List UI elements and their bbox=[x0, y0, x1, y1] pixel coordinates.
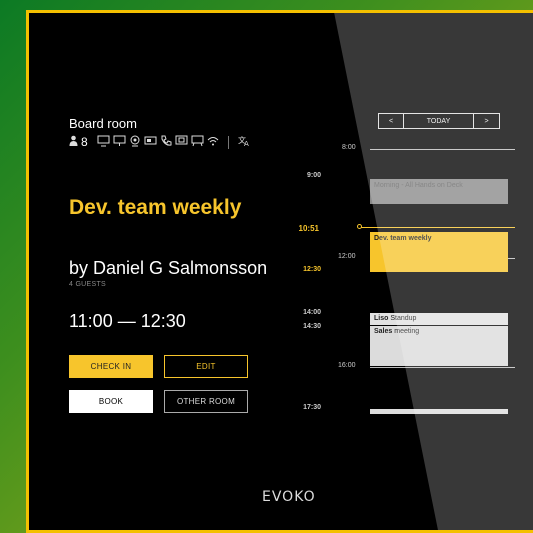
event-title: Morning - All Hands on Deck bbox=[374, 182, 463, 189]
monitor-icon bbox=[97, 135, 110, 150]
meeting-time-range: 11:00 — 12:30 bbox=[69, 311, 186, 331]
event-title: Standup bbox=[390, 315, 417, 322]
amenity-divider bbox=[227, 135, 229, 149]
current-time-marker: 10:51 bbox=[298, 224, 319, 233]
hour-label-1200: 12:00 bbox=[338, 253, 356, 260]
time-marker-1730: 17:30 bbox=[303, 404, 321, 411]
person-icon bbox=[69, 135, 78, 149]
calendar-event-current[interactable]: Dev. team weekly bbox=[370, 232, 508, 272]
book-button[interactable]: BOOK bbox=[69, 390, 153, 413]
hour-label-0800: 8:00 bbox=[342, 144, 356, 151]
meeting-organizer: by Daniel G Salmonsson bbox=[69, 258, 268, 278]
phone-icon bbox=[160, 135, 172, 150]
projector-icon bbox=[144, 135, 157, 150]
event-owner: Liso bbox=[374, 315, 389, 322]
time-marker-0900: 9:00 bbox=[306, 172, 321, 179]
current-time-dot bbox=[357, 224, 362, 229]
screen-share-icon bbox=[175, 135, 188, 150]
wifi-icon bbox=[207, 135, 219, 150]
event-title: meeting bbox=[394, 328, 420, 335]
hour-label-1600: 16:00 bbox=[338, 362, 356, 369]
webcam-icon bbox=[129, 135, 141, 150]
room-name: Board room bbox=[69, 116, 137, 131]
svg-text:A: A bbox=[244, 140, 249, 147]
hour-line-0800 bbox=[370, 149, 515, 150]
current-time-line bbox=[359, 227, 515, 228]
event-title: Dev. team weekly bbox=[374, 235, 432, 242]
time-marker-1430: 14:30 bbox=[303, 323, 321, 330]
time-marker-1400: 14:00 bbox=[303, 309, 321, 316]
guest-count: 4 GUESTS bbox=[69, 281, 107, 288]
hour-line-1600 bbox=[370, 367, 515, 368]
edit-button[interactable]: EDIT bbox=[164, 355, 248, 378]
translate-icon[interactable]: 文A bbox=[238, 135, 251, 150]
calendar-prev-button[interactable]: < bbox=[378, 113, 404, 129]
meeting-title: Dev. team weekly bbox=[69, 196, 242, 219]
room-display-screen: Board room 8 文A Dev. team weekly by Dani… bbox=[26, 10, 533, 533]
amenities-row: 8 文A bbox=[69, 134, 251, 150]
calendar-event-standup[interactable]: Liso Standup bbox=[370, 313, 508, 325]
event-owner: Sales bbox=[374, 328, 393, 335]
capacity-count: 8 bbox=[81, 134, 88, 149]
calendar-event-sales[interactable]: Sales meeting bbox=[370, 326, 508, 366]
time-marker-1230: 12:30 bbox=[303, 266, 321, 273]
calendar-event-past[interactable]: Morning - All Hands on Deck bbox=[370, 179, 508, 204]
display-icon bbox=[113, 135, 126, 150]
calendar-next-button[interactable]: > bbox=[473, 113, 500, 129]
check-in-button[interactable]: CHECK IN bbox=[69, 355, 153, 378]
other-room-button[interactable]: OTHER ROOM bbox=[164, 390, 248, 413]
calendar-today-button[interactable]: TODAY bbox=[403, 113, 474, 129]
whiteboard-icon bbox=[191, 135, 204, 150]
calendar-event-late[interactable] bbox=[370, 409, 508, 414]
evoko-logo: EVOKO bbox=[262, 489, 316, 505]
